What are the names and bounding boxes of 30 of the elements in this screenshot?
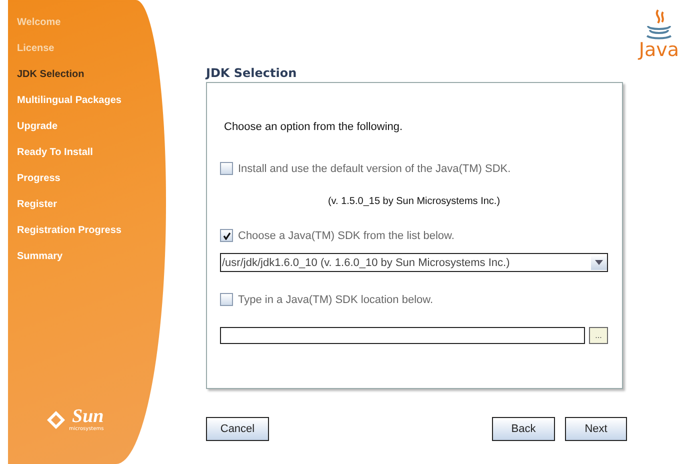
cancel-button[interactable]: Cancel (206, 417, 269, 441)
jdk-dropdown[interactable]: /usr/jdk/jdk1.6.0_10 (v. 1.6.0_10 by Sun Microsystems Inc.) (220, 253, 608, 272)
coffee-cup-icon (644, 8, 674, 40)
instruction-text: Choose an option from the following. (224, 121, 404, 135)
caret-icon (591, 255, 607, 270)
step-item: License (17, 42, 56, 56)
step-item: Welcome (17, 16, 62, 30)
version-note: (v. 1.5.0_15 by Sun Microsystems Inc.) (326, 195, 502, 209)
step-item: Registration Progress (17, 224, 122, 238)
step-item: Ready To Install (17, 146, 94, 160)
option-label: Choose a Java(TM) SDK from the list below. (238, 230, 454, 242)
step-item: Upgrade (17, 120, 59, 134)
step-item: Register (17, 198, 58, 212)
option-label: Install and use the default version of the Java(TM) SDK. (238, 162, 511, 174)
browse-button[interactable]: ... (589, 327, 608, 344)
sun-logo-text: Sun (72, 408, 104, 426)
checkbox[interactable] (220, 162, 233, 175)
checkbox[interactable] (220, 293, 233, 306)
step-item: JDK Selection (17, 68, 86, 82)
step-item: Multilingual Packages (17, 94, 122, 108)
step-item: Progress (17, 172, 62, 186)
checkbox[interactable] (220, 229, 233, 242)
page-title: JDK Selection (206, 66, 298, 80)
back-button[interactable]: Back (492, 417, 555, 441)
java-logo-text: Java (638, 40, 680, 60)
step-item: Summary (17, 250, 64, 264)
location-field[interactable] (220, 327, 585, 344)
next-button[interactable]: Next (565, 417, 627, 441)
diamond-logo-icon (46, 410, 66, 430)
option-label: Type in a Java(TM) SDK location below. (238, 294, 434, 306)
